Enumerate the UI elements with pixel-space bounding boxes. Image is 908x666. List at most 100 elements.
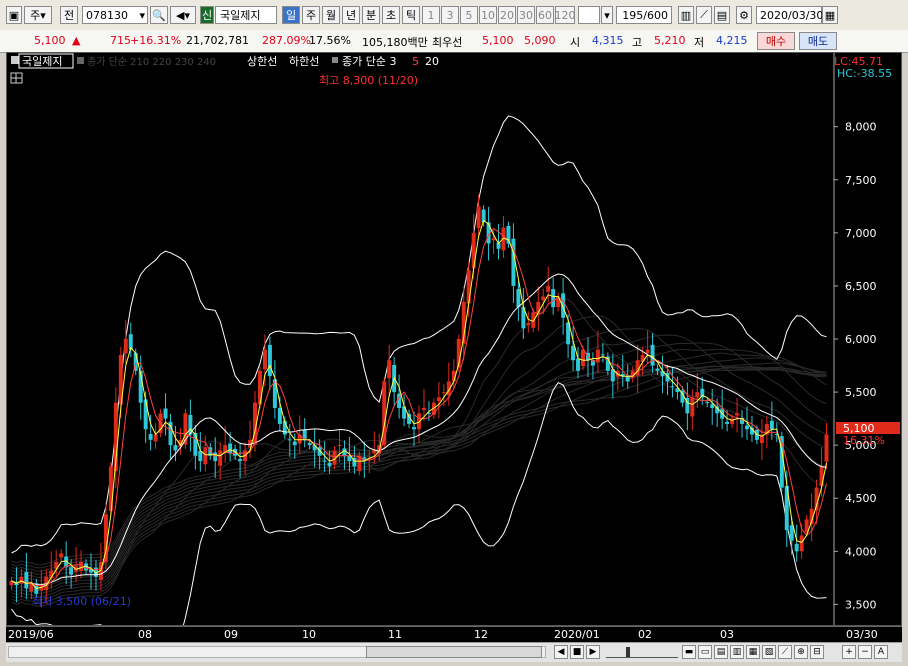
candle-body — [421, 408, 426, 411]
y-tick-label: 8,000 — [845, 121, 877, 134]
tab-minute[interactable]: 분 — [362, 6, 380, 24]
candle-body — [267, 344, 272, 377]
high-label: 고 — [632, 36, 643, 49]
speaker-icon[interactable]: ◀▾ — [170, 6, 196, 24]
zoom-icon[interactable]: ▭ — [698, 645, 712, 659]
interval-custom-input[interactable] — [578, 6, 600, 24]
tab-tick[interactable]: 틱 — [402, 6, 420, 24]
tab-second[interactable]: 초 — [382, 6, 400, 24]
candle-body — [625, 376, 630, 382]
candle-body — [287, 439, 292, 441]
stock-code-input[interactable]: 078130 ▾ — [82, 6, 148, 24]
candle-body — [571, 345, 576, 361]
prev-button[interactable]: 전 — [60, 6, 78, 24]
candle-body — [769, 420, 774, 430]
interval-30[interactable]: 30 — [517, 6, 535, 24]
interval-20[interactable]: 20 — [498, 6, 516, 24]
period-select[interactable]: 주 ▾ — [24, 6, 52, 24]
candle-body — [59, 553, 64, 558]
scroll-bar[interactable]: ◀ ■ ▶ ▬ ▭ ▤ ▥ ▦ ▧ ⟋ ⊕ ⊟ + − A — [6, 642, 902, 662]
candle-icon[interactable]: ▥ — [678, 6, 694, 24]
interval-120[interactable]: 120 — [555, 6, 576, 24]
candle-body — [561, 293, 566, 318]
candle-body — [148, 434, 153, 440]
candle-body — [307, 443, 312, 446]
tool-icon[interactable]: ▧ — [762, 645, 776, 659]
date-input[interactable]: 2020/03/30 — [756, 6, 823, 24]
zoom-minus-icon[interactable]: − — [858, 645, 872, 659]
chevron-down-icon[interactable]: ▾ — [601, 6, 613, 24]
current-price: 5,100 — [34, 34, 66, 47]
tool-icon[interactable]: ▥ — [730, 645, 744, 659]
ask-price: 5,100 — [482, 34, 514, 47]
stop-icon[interactable]: ■ — [570, 645, 584, 659]
candle-body — [69, 567, 74, 575]
tool-icon[interactable]: ⟋ — [778, 645, 792, 659]
interval-60[interactable]: 60 — [536, 6, 554, 24]
interval-5[interactable]: 5 — [460, 6, 478, 24]
candle-body — [153, 434, 158, 442]
interval-10[interactable]: 10 — [479, 6, 497, 24]
candle-body — [476, 206, 481, 229]
interval-1[interactable]: 1 — [422, 6, 440, 24]
calendar-icon[interactable]: ▦ — [822, 6, 838, 24]
save-icon[interactable]: ▤ — [714, 6, 730, 24]
count-input[interactable]: 195/600 — [616, 6, 672, 24]
tab-month[interactable]: 월 — [322, 6, 340, 24]
tab-year[interactable]: 년 — [342, 6, 360, 24]
zoom-in-icon[interactable]: + — [842, 645, 856, 659]
scroll-left-icon[interactable]: ◀ — [554, 645, 568, 659]
candle-body — [173, 445, 178, 451]
tool-icon[interactable]: ⊟ — [810, 645, 824, 659]
zoom-out-icon[interactable]: ▬ — [682, 645, 696, 659]
tool-icon[interactable]: ▦ — [746, 645, 760, 659]
legend-ma-label: 종가 단순 3 — [342, 55, 396, 68]
high-annotation: 최고 8,300 (11/20) — [319, 74, 418, 87]
y-tick-label: 6,500 — [845, 280, 877, 293]
hc-label: HC:-38.55 — [837, 67, 892, 80]
quote-bar: 5,100 ▲ 715 +16.31% 21,702,781 287.09% 1… — [0, 30, 908, 53]
buy-button[interactable]: 매수 — [757, 32, 795, 50]
window-icon[interactable]: ▣ — [6, 6, 22, 24]
high-price: 5,210 — [654, 34, 686, 47]
candle-body — [322, 460, 327, 462]
candle-body — [541, 296, 546, 301]
zoom-slider[interactable] — [606, 647, 678, 658]
candle-body — [551, 289, 556, 308]
candle-body — [794, 543, 799, 552]
tool-icon[interactable]: ▤ — [714, 645, 728, 659]
candle-body — [441, 392, 446, 394]
scroll-right-icon[interactable]: ▶ — [586, 645, 600, 659]
volume-ratio: 287.09% — [262, 34, 311, 47]
x-tick-label: 12 — [474, 628, 488, 641]
candle-body — [372, 450, 377, 454]
zoom-slider-handle[interactable] — [626, 647, 630, 657]
candle-body — [799, 535, 804, 552]
legend-upper-limit: 상한선 — [247, 55, 277, 68]
font-size-icon[interactable]: A — [874, 645, 888, 659]
line-icon[interactable]: ⟋ — [696, 6, 712, 24]
turnover: 17.56% — [309, 34, 351, 47]
interval-3[interactable]: 3 — [441, 6, 459, 24]
x-tick-label: 03/30 — [846, 628, 878, 641]
chevron-down-icon: ▾ — [139, 8, 145, 22]
trade-amount: 105,180백만 — [362, 36, 428, 49]
candle-body — [705, 402, 710, 404]
search-icon[interactable]: 🔍 — [150, 6, 168, 24]
x-tick-label: 11 — [388, 628, 402, 641]
candle-body — [327, 462, 332, 467]
last-pct-label: 16.31% — [843, 434, 885, 447]
tab-day[interactable]: 일 — [282, 6, 300, 24]
legend-ma20: 20 — [425, 55, 439, 68]
candlestick-chart[interactable]: 3,5004,0004,5005,0005,5006,0006,5007,000… — [7, 53, 901, 625]
candle-body — [576, 358, 581, 371]
candle-body — [735, 413, 740, 416]
scroll-thumb[interactable] — [366, 646, 542, 658]
price-change: 715 — [110, 34, 131, 47]
gear-icon[interactable]: ⚙ — [736, 6, 752, 24]
chart-area[interactable]: 3,500 4,000 4,500 5,000 5,500 6,000 6,500 7,000… — [6, 52, 902, 626]
candle-body — [695, 392, 700, 398]
sell-button[interactable]: 매도 — [799, 32, 837, 50]
tool-icon[interactable]: ⊕ — [794, 645, 808, 659]
tab-week[interactable]: 주 — [302, 6, 320, 24]
